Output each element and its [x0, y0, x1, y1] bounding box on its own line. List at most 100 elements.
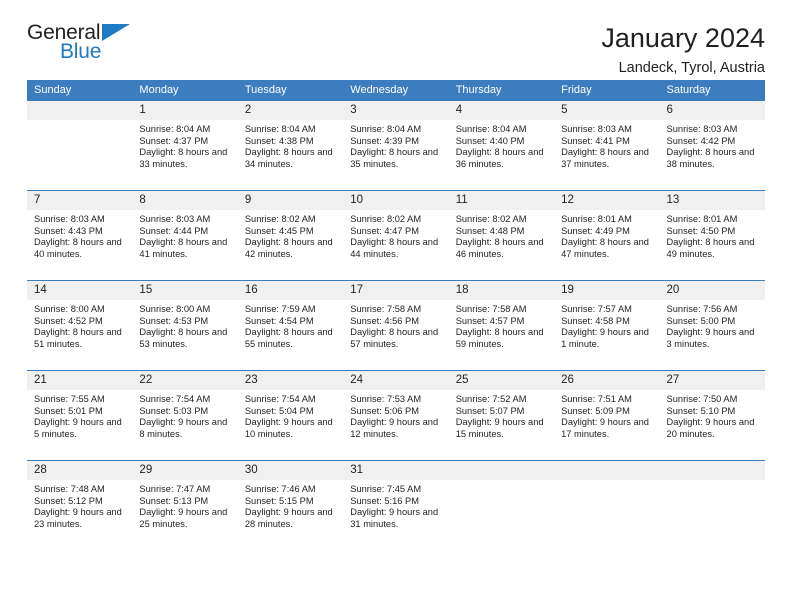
daylight-text: Daylight: 9 hours and 25 minutes. [139, 507, 228, 530]
day-number [659, 461, 765, 480]
calendar-day-cell[interactable]: 2 Sunrise: 8:04 AM Sunset: 4:38 PM Daylight… [237, 101, 344, 190]
page-header: General Blue January 2024 Landeck, Tyrol… [27, 0, 765, 76]
calendar-day-cell[interactable]: 3 Sunrise: 8:04 AM Sunset: 4:39 PM Daylight… [343, 101, 449, 190]
calendar-day-cell[interactable]: 21 Sunrise: 7:55 AM Sunset: 5:01 PM Dayligh… [27, 371, 133, 460]
sunset-text: Sunset: 5:06 PM [350, 405, 419, 416]
daylight-text: Daylight: 8 hours and 41 minutes. [139, 237, 228, 260]
daylight-text: Daylight: 9 hours and 15 minutes. [455, 417, 544, 440]
calendar-day-cell[interactable]: 29 Sunrise: 7:47 AM Sunset: 5:13 PM Dayligh… [132, 461, 238, 550]
day-number [554, 461, 660, 480]
sunrise-text: Sunrise: 7:45 AM [350, 484, 422, 494]
sunrise-text: Sunrise: 7:51 AM [561, 394, 632, 404]
day-details: Sunrise: 8:02 AM Sunset: 4:48 PM Daylight:… [449, 210, 554, 261]
day-number: 27 [659, 371, 765, 390]
day-number: 19 [554, 281, 660, 300]
day-number: 21 [27, 371, 133, 390]
day-number: 5 [554, 101, 660, 120]
day-details: Sunrise: 7:48 AM Sunset: 5:12 PM Daylight:… [27, 480, 132, 531]
daylight-text: Daylight: 8 hours and 44 minutes. [350, 237, 439, 260]
daylight-text: Daylight: 9 hours and 8 minutes. [139, 417, 228, 440]
day-number: 10 [343, 191, 449, 210]
calendar-day-cell[interactable]: 13 Sunrise: 8:01 AM Sunset: 4:50 PM Dayligh… [659, 191, 765, 280]
daylight-text: Daylight: 9 hours and 10 minutes. [244, 417, 333, 440]
sunrise-text: Sunrise: 8:02 AM [350, 214, 422, 224]
daylight-text: Daylight: 8 hours and 36 minutes. [455, 147, 544, 170]
calendar-day-cell[interactable]: 15 Sunrise: 8:00 AM Sunset: 4:53 PM Dayligh… [132, 281, 238, 370]
sunset-text: Sunset: 5:04 PM [244, 405, 314, 416]
daylight-text: Daylight: 9 hours and 23 minutes. [34, 507, 122, 530]
calendar-day-cell-empty [27, 101, 133, 190]
weekday-header-sunday: Sunday [34, 84, 72, 96]
daylight-text: Daylight: 8 hours and 40 minutes. [34, 237, 122, 260]
calendar-day-cell-empty [554, 461, 660, 550]
sunrise-text: Sunrise: 8:00 AM [139, 304, 211, 314]
calendar-day-cell[interactable]: 8 Sunrise: 8:03 AM Sunset: 4:44 PM Daylight… [132, 191, 238, 280]
day-details: Sunrise: 7:46 AM Sunset: 5:15 PM Daylight:… [238, 480, 343, 531]
day-number: 22 [132, 371, 238, 390]
calendar-day-cell[interactable]: 17 Sunrise: 7:58 AM Sunset: 4:56 PM Dayligh… [343, 281, 449, 370]
sunrise-text: Sunrise: 7:54 AM [139, 394, 211, 404]
sunrise-text: Sunrise: 7:55 AM [34, 394, 105, 404]
sunrise-text: Sunrise: 8:04 AM [350, 124, 422, 134]
sunrise-text: Sunrise: 8:01 AM [666, 214, 738, 224]
sunset-text: Sunset: 4:50 PM [666, 225, 736, 236]
day-details: Sunrise: 7:47 AM Sunset: 5:13 PM Daylight:… [132, 480, 237, 531]
calendar-day-cell[interactable]: 10 Sunrise: 8:02 AM Sunset: 4:47 PM Dayligh… [343, 191, 449, 280]
calendar-day-cell[interactable]: 18 Sunrise: 7:58 AM Sunset: 4:57 PM Dayligh… [448, 281, 555, 370]
calendar-day-cell[interactable]: 6 Sunrise: 8:03 AM Sunset: 4:42 PM Daylight… [659, 101, 765, 190]
calendar-day-cell[interactable]: 31 Sunrise: 7:45 AM Sunset: 5:16 PM Dayligh… [343, 461, 449, 550]
day-details: Sunrise: 8:03 AM Sunset: 4:41 PM Daylight:… [554, 120, 659, 171]
calendar-day-cell[interactable]: 30 Sunrise: 7:46 AM Sunset: 5:15 PM Dayligh… [237, 461, 344, 550]
day-details: Sunrise: 7:45 AM Sunset: 5:16 PM Daylight:… [343, 480, 448, 531]
day-number [448, 461, 555, 480]
calendar-day-cell[interactable]: 26 Sunrise: 7:51 AM Sunset: 5:09 PM Dayligh… [554, 371, 660, 460]
calendar-day-cell[interactable]: 12 Sunrise: 8:01 AM Sunset: 4:49 PM Dayligh… [554, 191, 660, 280]
day-details: Sunrise: 7:55 AM Sunset: 5:01 PM Daylight:… [27, 390, 132, 441]
daylight-text: Daylight: 8 hours and 57 minutes. [350, 327, 439, 350]
day-details: Sunrise: 7:56 AM Sunset: 5:00 PM Daylight:… [660, 300, 765, 351]
calendar-day-cell[interactable]: 22 Sunrise: 7:54 AM Sunset: 5:03 PM Dayligh… [132, 371, 238, 460]
calendar-day-cell[interactable]: 25 Sunrise: 7:52 AM Sunset: 5:07 PM Dayligh… [448, 371, 555, 460]
day-details: Sunrise: 7:59 AM Sunset: 4:54 PM Daylight:… [238, 300, 343, 351]
general-blue-logo[interactable]: General Blue [27, 22, 147, 68]
page-title: January 2024 [601, 23, 765, 53]
day-number: 15 [132, 281, 238, 300]
daylight-text: Daylight: 8 hours and 34 minutes. [244, 147, 333, 170]
calendar-week-row: 28 Sunrise: 7:48 AM Sunset: 5:12 PM Dayligh… [27, 460, 765, 550]
calendar-day-cell[interactable]: 4 Sunrise: 8:04 AM Sunset: 4:40 PM Daylight… [448, 101, 555, 190]
daylight-text: Daylight: 9 hours and 3 minutes. [666, 327, 755, 350]
calendar-day-cell[interactable]: 27 Sunrise: 7:50 AM Sunset: 5:10 PM Dayligh… [659, 371, 765, 460]
calendar-week-row: 7 Sunrise: 8:03 AM Sunset: 4:43 PM Daylight… [27, 190, 765, 280]
calendar-day-cell[interactable]: 5 Sunrise: 8:03 AM Sunset: 4:41 PM Daylight… [554, 101, 660, 190]
daylight-text: Daylight: 8 hours and 59 minutes. [455, 327, 544, 350]
weekday-header-friday: Friday [561, 84, 592, 96]
calendar-day-cell[interactable]: 28 Sunrise: 7:48 AM Sunset: 5:12 PM Dayligh… [27, 461, 133, 550]
day-number [27, 101, 133, 120]
day-details: Sunrise: 7:54 AM Sunset: 5:04 PM Daylight:… [238, 390, 343, 441]
day-number: 7 [27, 191, 133, 210]
day-details: Sunrise: 8:02 AM Sunset: 4:47 PM Daylight:… [343, 210, 448, 261]
calendar-day-cell[interactable]: 14 Sunrise: 8:00 AM Sunset: 4:52 PM Dayligh… [27, 281, 133, 370]
sunset-text: Sunset: 5:09 PM [561, 405, 630, 416]
calendar-day-cell[interactable]: 20 Sunrise: 7:56 AM Sunset: 5:00 PM Dayligh… [659, 281, 765, 370]
calendar-day-cell[interactable]: 19 Sunrise: 7:57 AM Sunset: 4:58 PM Dayligh… [554, 281, 660, 370]
daylight-text: Daylight: 8 hours and 42 minutes. [244, 237, 333, 260]
calendar-day-cell[interactable]: 9 Sunrise: 8:02 AM Sunset: 4:45 PM Daylight… [237, 191, 344, 280]
weekday-header-saturday: Saturday [666, 84, 711, 96]
calendar-day-cell[interactable]: 7 Sunrise: 8:03 AM Sunset: 4:43 PM Daylight… [27, 191, 133, 280]
sunrise-text: Sunrise: 7:53 AM [350, 394, 422, 404]
calendar-day-cell[interactable]: 11 Sunrise: 8:02 AM Sunset: 4:48 PM Dayligh… [448, 191, 555, 280]
calendar-day-cell[interactable]: 23 Sunrise: 7:54 AM Sunset: 5:04 PM Dayligh… [237, 371, 344, 460]
calendar-day-cell[interactable]: 24 Sunrise: 7:53 AM Sunset: 5:06 PM Dayligh… [343, 371, 449, 460]
calendar-day-cell[interactable]: 16 Sunrise: 7:59 AM Sunset: 4:54 PM Dayligh… [237, 281, 344, 370]
day-number: 25 [448, 371, 555, 390]
daylight-text: Daylight: 9 hours and 20 minutes. [666, 417, 755, 440]
sunset-text: Sunset: 4:44 PM [139, 225, 209, 236]
calendar-page: General Blue January 2024 Landeck, Tyrol… [0, 0, 792, 612]
calendar-week-row: 1 Sunrise: 8:04 AM Sunset: 4:37 PM Daylight… [27, 101, 765, 190]
calendar-day-cell[interactable]: 1 Sunrise: 8:04 AM Sunset: 4:37 PM Daylight… [132, 101, 238, 190]
weekday-header-wednesday: Wednesday [350, 84, 409, 96]
day-details: Sunrise: 8:00 AM Sunset: 4:53 PM Daylight:… [132, 300, 237, 351]
day-number: 29 [132, 461, 238, 480]
sunset-text: Sunset: 4:45 PM [244, 225, 314, 236]
